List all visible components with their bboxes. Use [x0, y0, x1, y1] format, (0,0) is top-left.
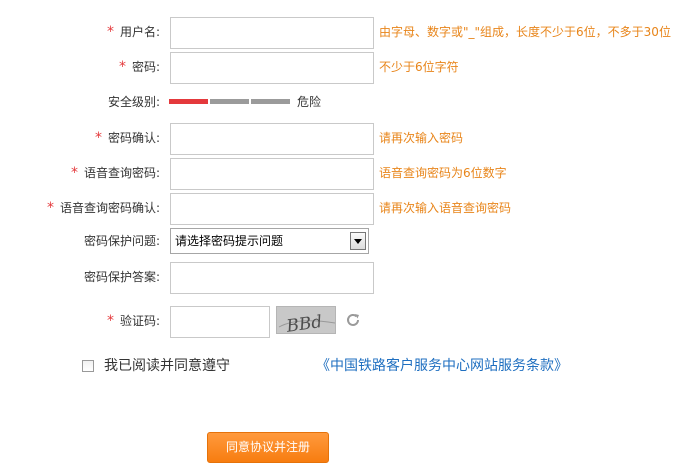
strength-segment	[169, 99, 208, 104]
password-confirm-label: * 密码确认:	[95, 123, 160, 153]
security-answer-label: 密码保护答案:	[83, 270, 160, 284]
password-confirm-row: * 密码确认: 请再次输入密码	[0, 123, 695, 155]
agreement-checkbox[interactable]	[82, 360, 94, 372]
security-question-selected: 请选择密码提示问题	[175, 234, 284, 248]
password-hint: 不少于6位字符	[379, 60, 459, 74]
security-question-label: 密码保护问题:	[83, 234, 160, 248]
strength-segment	[251, 99, 290, 104]
username-row: * 用户名: 由字母、数字或"_"组成，长度不少于6位，不多于30位	[0, 17, 695, 49]
password-confirm-label-text: 密码确认:	[107, 131, 160, 145]
voice-password-label-text: 语音查询密码:	[83, 166, 160, 180]
captcha-image[interactable]: BBd	[276, 306, 336, 334]
refresh-icon[interactable]	[345, 312, 361, 328]
agreement-text: 我已阅读并同意遵守	[104, 358, 230, 374]
captcha-graphic: BBd	[278, 312, 335, 334]
strength-row: 安全级别: 危险	[0, 90, 695, 114]
username-label: * 用户名:	[107, 17, 160, 47]
captcha-input[interactable]	[170, 306, 270, 338]
security-question-select[interactable]: 请选择密码提示问题	[170, 228, 369, 254]
required-star: *	[106, 313, 114, 329]
password-input[interactable]	[170, 52, 374, 84]
captcha-label-text: 验证码:	[119, 314, 160, 328]
voice-password-input[interactable]	[170, 158, 374, 190]
required-star: *	[70, 165, 78, 181]
strength-segment	[210, 99, 249, 104]
password-confirm-hint: 请再次输入密码	[379, 131, 464, 145]
password-row: * 密码: 不少于6位字符	[0, 52, 695, 84]
voice-password-confirm-hint: 请再次输入语音查询密码	[379, 201, 512, 215]
terms-link[interactable]: 《中国铁路客户服务中心网站服务条款》	[316, 356, 568, 376]
username-hint: 由字母、数字或"_"组成，长度不少于6位，不多于30位	[379, 25, 671, 39]
password-label-text: 密码:	[131, 60, 160, 74]
username-input[interactable]	[170, 17, 374, 49]
username-label-text: 用户名:	[119, 25, 160, 39]
voice-password-confirm-label: * 语音查询密码确认:	[47, 193, 160, 223]
required-star: *	[106, 24, 114, 40]
captcha-text: BBd	[284, 312, 323, 334]
voice-password-hint: 语音查询密码为6位数字	[379, 166, 507, 180]
voice-password-confirm-row: * 语音查询密码确认: 请再次输入语音查询密码	[0, 193, 695, 225]
required-star: *	[46, 200, 54, 216]
required-star: *	[118, 59, 126, 75]
required-star: *	[94, 130, 102, 146]
security-question-row: 密码保护问题: 请选择密码提示问题	[0, 228, 695, 254]
agreement-row: 我已阅读并同意遵守 《中国铁路客户服务中心网站服务条款》	[82, 356, 682, 376]
voice-password-confirm-input[interactable]	[170, 193, 374, 225]
chevron-down-icon[interactable]	[350, 232, 366, 250]
voice-password-confirm-label-text: 语音查询密码确认:	[59, 201, 160, 215]
password-label: * 密码:	[119, 52, 160, 82]
security-answer-input[interactable]	[170, 262, 374, 294]
voice-password-row: * 语音查询密码: 语音查询密码为6位数字	[0, 158, 695, 190]
strength-level-text: 危险	[297, 95, 322, 109]
captcha-label: * 验证码:	[107, 306, 160, 336]
agree-register-button[interactable]: 同意协议并注册	[207, 432, 329, 463]
strength-label: 安全级别:	[107, 95, 160, 109]
security-answer-row: 密码保护答案:	[0, 262, 695, 294]
voice-password-label: * 语音查询密码:	[71, 158, 160, 188]
captcha-row: * 验证码: BBd	[0, 306, 695, 338]
password-confirm-input[interactable]	[170, 123, 374, 155]
